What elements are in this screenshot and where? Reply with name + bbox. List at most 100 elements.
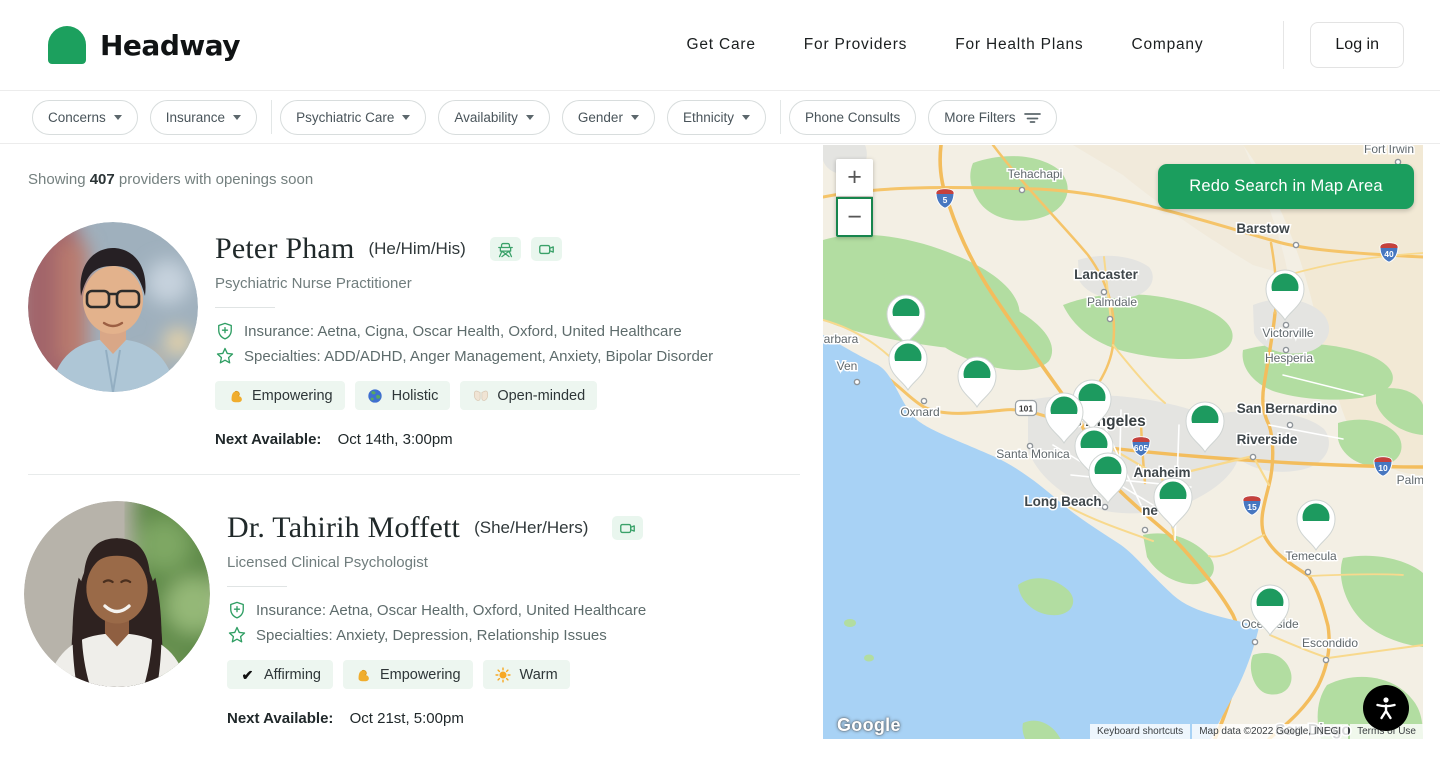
filter-availability[interactable]: Availability	[438, 100, 550, 135]
sun-emoji	[495, 666, 512, 683]
flex-emoji	[355, 666, 372, 683]
trait-badge-open-minded: Open-minded	[460, 381, 597, 410]
nav-for-health-plans[interactable]: For Health Plans	[955, 36, 1083, 54]
town-dot	[1102, 504, 1107, 509]
provider-card-body: Dr. Tahirih Moffett (She/Her/Hers) Licen…	[227, 501, 646, 727]
star-icon	[215, 346, 235, 366]
headway-logo-text: Headway	[100, 29, 240, 62]
map-city-label: Fort Irwin	[1364, 145, 1414, 156]
chevron-down-icon	[402, 115, 410, 120]
map-zoom-out-button[interactable]: −	[836, 197, 873, 237]
specialties-row: Specialties: Anxiety, Depression, Relati…	[227, 625, 646, 645]
map-city-label: Escondido	[1302, 636, 1358, 650]
svg-text:101: 101	[1019, 403, 1033, 413]
map-city-label: Tehachapi	[1008, 167, 1063, 181]
provider-name[interactable]: Dr. Tahirih Moffett	[227, 511, 460, 545]
specialties-row: Specialties: ADD/ADHD, Anger Management,…	[215, 346, 713, 366]
town-dot	[1107, 316, 1112, 321]
filter-psychiatric-care-label: Psychiatric Care	[296, 110, 394, 125]
next-available-row: Next Available: Oct 14th, 3:00pm	[215, 431, 713, 448]
filter-gender[interactable]: Gender	[562, 100, 655, 135]
check-emoji: ✔	[239, 666, 256, 683]
chevron-down-icon	[742, 115, 750, 120]
chevron-down-icon	[233, 115, 241, 120]
chevron-down-icon	[114, 115, 122, 120]
svg-text:605: 605	[1134, 443, 1148, 453]
map-city-label: Palm S	[1397, 473, 1423, 487]
filter-ethnicity[interactable]: Ethnicity	[667, 100, 766, 135]
headway-logo[interactable]: Headway	[48, 26, 240, 64]
filter-concerns[interactable]: Concerns	[32, 100, 138, 135]
provider-card[interactable]: Dr. Tahirih Moffett (She/Her/Hers) Licen…	[28, 501, 812, 727]
insurance-label: Insurance:	[256, 602, 326, 619]
trait-badge-empowering: Empowering	[343, 660, 473, 689]
next-available-value: Oct 21st, 5:00pm	[350, 710, 464, 727]
specialties-label: Specialties:	[244, 348, 321, 365]
map-zoom-in-button[interactable]: +	[836, 159, 873, 196]
chevron-down-icon	[526, 115, 534, 120]
divider	[215, 307, 275, 308]
filter-psychiatric-care[interactable]: Psychiatric Care	[280, 100, 426, 135]
sliders-icon	[1024, 111, 1041, 123]
provider-name[interactable]: Peter Pham	[215, 232, 354, 266]
town-dot	[1252, 639, 1257, 644]
svg-text:10: 10	[1378, 463, 1388, 473]
town-dot	[1293, 242, 1298, 247]
filter-insurance[interactable]: Insurance	[150, 100, 257, 135]
map-city-label: Temecula	[1285, 549, 1337, 563]
specialties-list: ADD/ADHD, Anger Management, Anxiety, Bip…	[324, 348, 713, 365]
insurance-label: Insurance:	[244, 323, 314, 340]
star-icon	[227, 625, 247, 645]
nav-for-providers[interactable]: For Providers	[804, 36, 907, 54]
next-available-value: Oct 14th, 3:00pm	[338, 431, 453, 448]
video-session-icon	[531, 237, 562, 261]
google-logo: Google	[837, 715, 901, 736]
map-canvas[interactable]: 5401016051015 Fort IrwinTehachapiBarstow…	[823, 145, 1423, 739]
login-divider: Log in	[1283, 21, 1404, 69]
session-type-icons	[612, 516, 643, 540]
results-count-line: Showing 407 providers with openings soon	[28, 171, 812, 188]
provider-photo	[24, 501, 210, 687]
trait-badges: ✔ Affirming Empowering Warm	[227, 660, 646, 689]
specialties-list: Anxiety, Depression, Relationship Issues	[336, 627, 607, 644]
trait-badges: Empowering Holistic Open-minded	[215, 381, 713, 410]
filter-more-filters-label: More Filters	[944, 110, 1015, 125]
login-button[interactable]: Log in	[1310, 22, 1404, 68]
accessibility-button[interactable]	[1363, 685, 1409, 731]
map-data-attribution: Map data ©2022 Google, INEGI	[1192, 724, 1348, 739]
trait-badge-label: Empowering	[252, 388, 333, 404]
filter-ethnicity-label: Ethnicity	[683, 110, 734, 125]
nav-get-care[interactable]: Get Care	[686, 36, 755, 54]
filter-group-divider	[271, 100, 272, 134]
in-person-session-icon	[490, 237, 521, 261]
map-city-label: San Bernardino	[1237, 401, 1338, 416]
keyboard-shortcuts-link[interactable]: Keyboard shortcuts	[1090, 724, 1190, 739]
town-dot	[1101, 289, 1106, 294]
session-type-icons	[490, 237, 562, 261]
results-count-prefix: Showing	[28, 171, 90, 188]
provider-pronouns: (He/Him/His)	[368, 239, 465, 259]
redo-search-button[interactable]: Redo Search in Map Area	[1158, 164, 1414, 209]
town-dot	[1019, 187, 1024, 192]
provider-card-body: Peter Pham (He/Him/His)	[215, 222, 713, 448]
map-panel[interactable]: 5401016051015 Fort IrwinTehachapiBarstow…	[823, 145, 1423, 739]
town-dot	[1323, 657, 1328, 662]
insurance-row: Insurance: Aetna, Oscar Health, Oxford, …	[227, 600, 646, 620]
map-city-label: Oxnard	[900, 405, 939, 419]
filter-bar: Concerns Insurance Psychiatric Care Avai…	[0, 91, 1440, 144]
filter-gender-label: Gender	[578, 110, 623, 125]
next-available-label: Next Available:	[227, 710, 333, 727]
provider-results-panel: Showing 407 providers with openings soon	[0, 144, 812, 777]
map-city-label: Barstow	[1236, 221, 1290, 236]
provider-card[interactable]: Peter Pham (He/Him/His)	[28, 222, 812, 448]
card-divider	[28, 474, 800, 475]
flex-emoji	[227, 387, 244, 404]
results-count-number: 407	[90, 171, 115, 188]
trait-badge-label: Empowering	[380, 667, 461, 683]
nav-company[interactable]: Company	[1131, 36, 1203, 54]
provider-title: Licensed Clinical Psychologist	[227, 554, 646, 571]
filter-concerns-label: Concerns	[48, 110, 106, 125]
provider-pronouns: (She/Her/Hers)	[474, 518, 588, 538]
filter-more-filters[interactable]: More Filters	[928, 100, 1056, 135]
filter-phone-consults[interactable]: Phone Consults	[789, 100, 916, 135]
